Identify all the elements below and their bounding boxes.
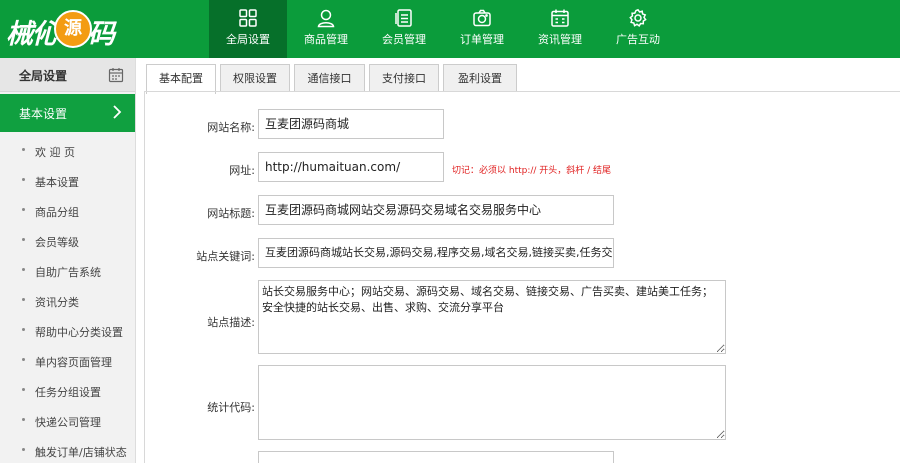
sidebar-item-label: 欢 迎 页	[35, 146, 75, 159]
sidebar-item-news-categories[interactable]: 资讯分类	[0, 286, 135, 316]
nav-label: 广告互动	[616, 33, 660, 46]
nav-members[interactable]: 会员管理	[365, 0, 443, 58]
nav-news[interactable]: 资讯管理	[521, 0, 599, 58]
tab-basic-config[interactable]: 基本配置	[146, 64, 216, 94]
sidebar-item-label: 基本设置	[35, 176, 79, 189]
sidebar-item-label: 会员等级	[35, 236, 79, 249]
sidebar-item-label: 单内容页面管理	[35, 356, 112, 369]
nav-label: 商品管理	[304, 33, 348, 46]
settings-panel: 网站名称: 互麦团源码商城 网址: http://humaituan.com/ …	[144, 91, 900, 463]
sidebar-item-label: 资讯分类	[35, 296, 79, 309]
sidebar-item-label: 触发订单/店铺状态	[35, 446, 127, 459]
bullet-icon	[22, 418, 25, 421]
sidebar-item-single-pages[interactable]: 单内容页面管理	[0, 346, 135, 376]
partial-input[interactable]	[258, 451, 614, 463]
sidebar-item-help-categories[interactable]: 帮助中心分类设置	[0, 316, 135, 346]
tab-payment[interactable]: 支付接口	[369, 64, 439, 92]
tab-profit[interactable]: 盈利设置	[443, 64, 517, 92]
sidebar-header-title: 全局设置	[19, 69, 68, 83]
calendar-icon	[551, 9, 569, 27]
document-icon	[395, 9, 412, 27]
logo-text-right: 码	[88, 19, 115, 50]
sidebar-item-label: 任务分组设置	[35, 386, 101, 399]
sidebar-item-product-groups[interactable]: 商品分组	[0, 196, 135, 226]
site-title-input[interactable]: 互麦团源码商城网站交易源码交易域名交易服务中心	[258, 195, 614, 225]
bullet-icon	[22, 298, 25, 301]
top-bar: 械伈 源 码 全局设置 商品管理 会员管理 订单管理 资讯管理 广告互动	[0, 0, 900, 58]
sidebar-item-order-status[interactable]: 触发订单/店铺状态	[0, 436, 135, 463]
sidebar-list: 欢 迎 页 基本设置 商品分组 会员等级 自助广告系统 资讯分类 帮助中心分类设…	[0, 132, 135, 463]
description-label: 站点描述:	[207, 316, 255, 329]
site-name-label: 网站名称:	[207, 121, 255, 134]
sidebar-item-courier-companies[interactable]: 快递公司管理	[0, 406, 135, 436]
bullet-icon	[22, 178, 25, 181]
gear-icon	[629, 8, 647, 27]
nav-label: 订单管理	[460, 33, 504, 46]
sidebar-section-basic[interactable]: 基本设置	[0, 94, 135, 132]
bullet-icon	[22, 358, 25, 361]
sidebar-item-ad-system[interactable]: 自助广告系统	[0, 256, 135, 286]
tab-communication[interactable]: 通信接口	[294, 64, 365, 92]
sidebar-item-member-levels[interactable]: 会员等级	[0, 226, 135, 256]
grid-icon	[239, 9, 257, 27]
nav-products[interactable]: 商品管理	[287, 0, 365, 58]
camera-icon	[473, 9, 491, 27]
chevron-right-icon	[113, 105, 122, 119]
nav-label: 会员管理	[382, 33, 426, 46]
url-label: 网址:	[229, 164, 255, 177]
user-icon	[317, 9, 335, 28]
nav-label: 全局设置	[226, 33, 270, 46]
tab-permissions[interactable]: 权限设置	[220, 64, 290, 92]
bullet-icon	[22, 388, 25, 391]
url-hint: 切记：必须以 http:// 开头，斜杆 / 结尾	[452, 166, 612, 176]
bullet-icon	[22, 268, 25, 271]
bullet-icon	[22, 328, 25, 331]
main-content: 基本配置 权限设置 通信接口 支付接口 盈利设置 网站名称: 互麦团源码商城 网…	[136, 58, 900, 463]
site-title-label: 网站标题:	[207, 207, 255, 220]
sidebar-item-task-groups[interactable]: 任务分组设置	[0, 376, 135, 406]
nav-global-settings[interactable]: 全局设置	[209, 0, 287, 58]
sidebar-item-welcome[interactable]: 欢 迎 页	[0, 136, 135, 166]
calendar-icon[interactable]	[108, 67, 124, 83]
url-input[interactable]: http://humaituan.com/	[258, 152, 444, 182]
nav-ads[interactable]: 广告互动	[599, 0, 677, 58]
logo-circle: 源	[54, 10, 92, 48]
site-logo[interactable]: 械伈 源 码	[6, 6, 132, 52]
nav-orders[interactable]: 订单管理	[443, 0, 521, 58]
sidebar-item-label: 自助广告系统	[35, 266, 101, 279]
sidebar-item-label: 快递公司管理	[35, 416, 101, 429]
bullet-icon	[22, 448, 25, 451]
bullet-icon	[22, 238, 25, 241]
logo-text-left: 械伈	[6, 19, 59, 50]
keywords-label: 站点关键词:	[196, 250, 255, 263]
main-nav: 全局设置 商品管理 会员管理 订单管理 资讯管理 广告互动	[209, 0, 677, 58]
description-textarea[interactable]: 站长交易服务中心；网站交易、源码交易、域名交易、链接交易、广告买卖、建站美工任务…	[258, 280, 726, 354]
sidebar-item-label: 商品分组	[35, 206, 79, 219]
site-name-input[interactable]: 互麦团源码商城	[258, 109, 444, 139]
keywords-input[interactable]: 互麦团源码商城站长交易,源码交易,程序交易,域名交易,链接买卖,任务交	[258, 238, 614, 268]
nav-label: 资讯管理	[538, 33, 582, 46]
bullet-icon	[22, 208, 25, 211]
stats-code-label: 统计代码:	[207, 401, 255, 414]
sidebar: 全局设置 基本设置 欢 迎 页 基本设置 商品分组 会员等级 自助广告系统 资讯…	[0, 58, 136, 463]
stats-code-textarea[interactable]	[258, 365, 726, 440]
bullet-icon	[22, 148, 25, 151]
sidebar-item-basic-settings[interactable]: 基本设置	[0, 166, 135, 196]
sidebar-section-title: 基本设置	[19, 107, 68, 121]
sidebar-header[interactable]: 全局设置	[0, 58, 135, 92]
sidebar-item-label: 帮助中心分类设置	[35, 326, 123, 339]
